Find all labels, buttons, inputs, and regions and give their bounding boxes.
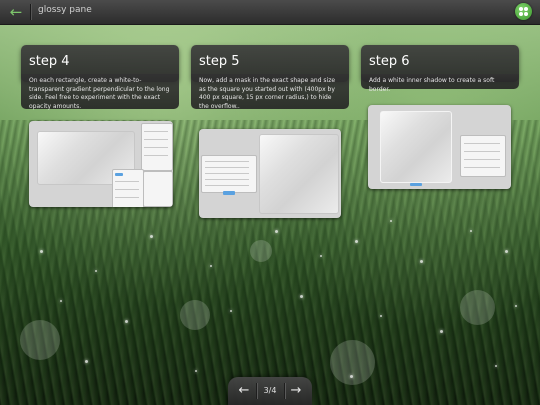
next-page-button[interactable]: →	[288, 383, 304, 399]
page-title: glossy pane	[38, 5, 92, 15]
arrow-left-icon: ←	[9, 3, 23, 21]
step-card-6: step 6 Add a white inner shadow to creat…	[361, 45, 519, 93]
step-screenshot-6	[368, 105, 511, 189]
step-description: On each rectangle, create a white-to-tra…	[21, 74, 179, 110]
back-button[interactable]: ←	[6, 3, 26, 21]
step-description: Add a white inner shadow to create a sof…	[361, 74, 519, 93]
previous-page-button[interactable]: ←	[236, 383, 252, 399]
pager-divider	[256, 383, 257, 399]
step-screenshot-4	[29, 121, 173, 207]
pagination-control: ← 3/4 →	[228, 377, 312, 405]
step-card-5: step 5 Now, add a mask in the exact shap…	[191, 45, 349, 110]
step-description: Now, add a mask in the exact shape and s…	[191, 74, 349, 110]
title-bar: ← glossy pane	[0, 0, 540, 25]
arrow-left-icon: ←	[238, 383, 250, 398]
step-heading: step 5	[199, 54, 240, 69]
step-screenshot-5	[199, 129, 341, 218]
step-heading: step 4	[29, 54, 70, 69]
arrow-right-icon: →	[290, 383, 302, 398]
title-divider	[30, 4, 31, 20]
step-card-4: step 4 On each rectangle, create a white…	[21, 45, 179, 110]
step-heading: step 6	[369, 54, 410, 69]
page-counter: 3/4	[263, 386, 277, 395]
menu-button[interactable]	[515, 3, 532, 20]
pager-divider	[284, 383, 285, 399]
